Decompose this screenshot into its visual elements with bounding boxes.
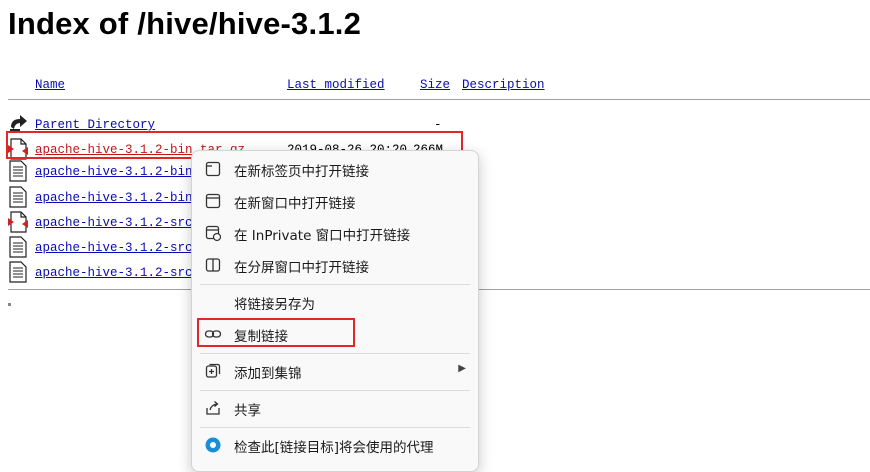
footer-mark bbox=[8, 303, 11, 306]
submenu-arrow-icon: ▶ bbox=[458, 363, 466, 374]
menu-separator bbox=[200, 353, 470, 354]
menu-separator bbox=[200, 390, 470, 391]
menu-item-add-to-collections[interactable]: 添加到集锦 ▶ bbox=[192, 356, 478, 386]
file-link[interactable]: apache-hive-3.1.2-src.t bbox=[35, 216, 208, 230]
file-link[interactable]: apache-hive-3.1.2-src.t bbox=[35, 241, 208, 255]
text-file-icon bbox=[9, 186, 27, 208]
menu-item-inspect-proxy[interactable]: 检查此[链接目标]将会使用的代理 bbox=[192, 430, 478, 460]
column-name-link[interactable]: Name bbox=[35, 78, 65, 92]
menu-separator bbox=[200, 284, 470, 285]
column-description-link[interactable]: Description bbox=[462, 78, 545, 92]
menu-item-open-new-tab[interactable]: 在新标签页中打开链接 bbox=[192, 154, 478, 184]
collections-icon bbox=[205, 363, 221, 378]
file-link[interactable]: apache-hive-3.1.2-src.t bbox=[35, 266, 208, 280]
column-size-link[interactable]: Size bbox=[420, 78, 450, 92]
menu-item-save-link-as[interactable]: 将链接另存为 bbox=[192, 287, 478, 317]
menu-separator bbox=[200, 427, 470, 428]
text-file-icon bbox=[9, 236, 27, 258]
menu-item-open-new-window[interactable]: 在新窗口中打开链接 bbox=[192, 186, 478, 216]
menu-item-open-split-screen[interactable]: 在分屏窗口中打开链接 bbox=[192, 250, 478, 280]
column-last-modified-link[interactable]: Last modified bbox=[287, 78, 385, 92]
archive-file-icon bbox=[8, 211, 28, 233]
file-link[interactable]: apache-hive-3.1.2-bin.t bbox=[35, 165, 208, 179]
file-size: - bbox=[434, 118, 442, 132]
text-file-icon bbox=[9, 160, 27, 182]
menu-item-label: 共享 bbox=[234, 403, 261, 419]
menu-item-share[interactable]: 共享 bbox=[192, 393, 478, 423]
parent-directory-link[interactable]: Parent Directory bbox=[35, 118, 155, 132]
menu-item-label: 在 InPrivate 窗口中打开链接 bbox=[234, 228, 411, 244]
menu-item-label: 添加到集锦 bbox=[234, 366, 302, 382]
menu-item-label: 将链接另存为 bbox=[234, 297, 315, 313]
new-tab-icon bbox=[205, 161, 221, 177]
menu-item-label: 在新标签页中打开链接 bbox=[234, 164, 369, 180]
text-file-icon bbox=[9, 261, 27, 283]
menu-item-label: 在新窗口中打开链接 bbox=[234, 196, 356, 212]
share-icon bbox=[206, 401, 220, 415]
page-title: Index of /hive/hive-3.1.2 bbox=[8, 6, 362, 41]
highlight-box-copy-link bbox=[197, 318, 355, 347]
menu-item-open-inprivate[interactable]: 在 InPrivate 窗口中打开链接 bbox=[192, 218, 478, 248]
split-screen-icon bbox=[205, 258, 221, 272]
header-divider bbox=[8, 99, 870, 100]
new-window-icon bbox=[205, 193, 221, 209]
context-menu: 在新标签页中打开链接 在新窗口中打开链接 在 InPrivate 窗口中打开链接… bbox=[191, 150, 479, 472]
inprivate-window-icon bbox=[205, 225, 222, 242]
file-link[interactable]: apache-hive-3.1.2-bin.t bbox=[35, 191, 208, 205]
menu-item-label: 检查此[链接目标]将会使用的代理 bbox=[234, 440, 434, 456]
menu-item-label: 在分屏窗口中打开链接 bbox=[234, 260, 369, 276]
inspect-proxy-icon bbox=[205, 437, 221, 453]
